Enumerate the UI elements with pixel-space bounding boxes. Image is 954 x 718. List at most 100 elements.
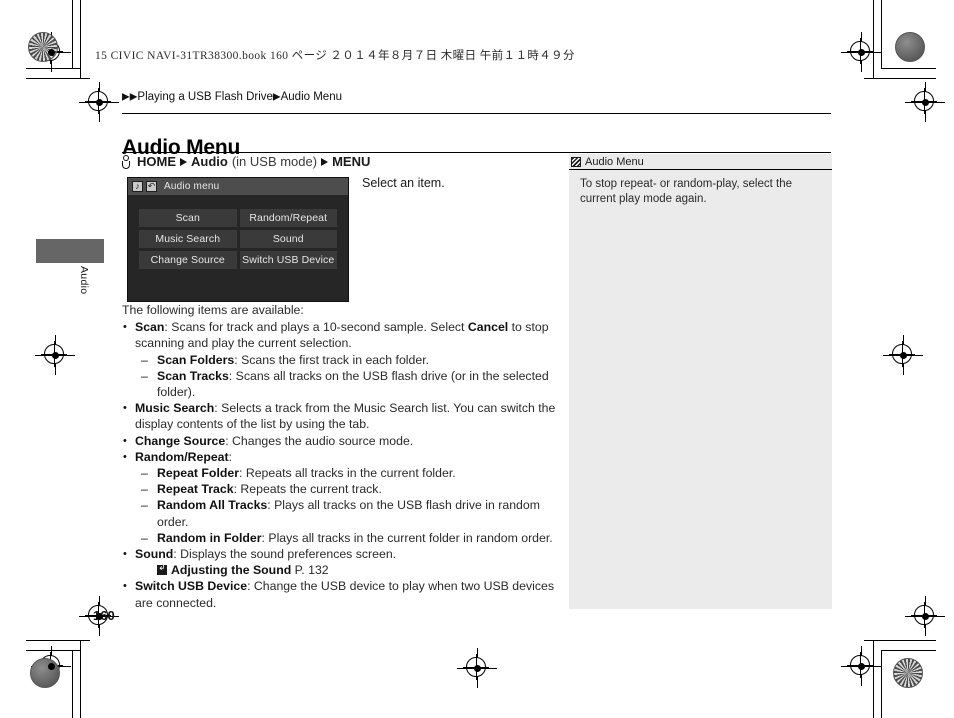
crop-rule-bottom-right-h2 [864, 640, 936, 641]
term-cancel: Cancel [467, 320, 509, 335]
term-random-repeat: Random/Repeat [135, 449, 229, 464]
return-arrow-icon: ↶ [146, 181, 157, 192]
term-random-in-folder: Random in Folder [157, 530, 262, 545]
device-screenshot: ♪ ↶ Audio menu Scan Random/Repeat Music … [127, 177, 349, 302]
crop-rule-bottom-right-v [881, 650, 882, 718]
nav-path-mode: (in USB mode) [231, 154, 318, 169]
list-item-scan: Scan: Scans for track and plays a 10-sec… [122, 319, 572, 400]
device-button-switch-usb-device[interactable]: Switch USB Device [239, 251, 337, 269]
desc-sound: : Displays the sound preferences screen. [173, 547, 397, 562]
list-item-repeat-track: Repeat Track: Repeats the current track. [135, 481, 572, 497]
side-note-header: Audio Menu [569, 154, 832, 170]
breadcrumb-section: Playing a USB Flash Drive [137, 91, 273, 103]
term-music-search: Music Search [135, 401, 215, 416]
term-scan: Scan [135, 320, 165, 335]
list-item-music-search: Music Search: Selects a track from the M… [122, 400, 572, 432]
cross-reference-label: Adjusting the Sound [171, 563, 292, 578]
list-item-random-repeat: Random/Repeat: Repeat Folder: Repeats al… [122, 449, 572, 546]
crop-rule-top-right-h [881, 68, 936, 69]
device-title: Audio menu [164, 181, 220, 192]
device-button-change-source[interactable]: Change Source [139, 251, 237, 269]
crop-rule-bottom-left-v [72, 650, 73, 718]
list-item-repeat-folder: Repeat Folder: Repeats all tracks in the… [135, 465, 572, 481]
note-marker-icon [571, 156, 581, 167]
chapter-tab-block [36, 239, 104, 263]
side-note: Audio Menu To stop repeat- or random-pla… [569, 154, 832, 609]
list-item-random-in-folder: Random in Folder: Plays all tracks in th… [135, 530, 572, 546]
sub-list-random-repeat: Repeat Folder: Repeats all tracks in the… [135, 465, 572, 546]
crop-rule-bottom-left-h2 [26, 640, 90, 641]
nav-path-triangle-icon-2 [321, 157, 329, 166]
nav-path: HOME Audio (in USB mode) MENU [122, 154, 370, 169]
device-button-sound[interactable]: Sound [239, 230, 337, 248]
breadcrumb-triangle-icon-2: ▶ [129, 91, 138, 103]
registration-mark-top-right-outer [841, 32, 881, 72]
term-repeat-track: Repeat Track [157, 482, 234, 497]
list-item-sound: Sound: Displays the sound preferences sc… [122, 546, 572, 578]
registration-mark-bottom-right-inner [905, 596, 945, 636]
nav-path-menu: MENU [332, 154, 371, 169]
crop-rule-bottom-left-h [26, 650, 81, 651]
device-button-random-repeat[interactable]: Random/Repeat [239, 209, 337, 227]
breadcrumb-triangle-icon-3: ▶ [272, 91, 281, 103]
registration-mark-bottom-middle [457, 648, 497, 688]
crop-rule-top-left-v [72, 0, 73, 68]
crop-rule-top-left-v2 [80, 0, 81, 78]
term-repeat-folder: Repeat Folder [157, 466, 239, 481]
desc-scan-before: : Scans for track and plays a 10-second … [164, 320, 468, 335]
nav-path-home: HOME [137, 154, 176, 169]
breadcrumb-subsection: Audio Menu [280, 91, 342, 103]
term-scan-tracks: Scan Tracks [157, 368, 229, 383]
term-random-all-tracks: Random All Tracks [157, 498, 268, 513]
registration-mark-right-middle [883, 335, 923, 375]
desc-random-in-folder: : Plays all tracks in the current folder… [261, 530, 553, 545]
cross-reference-page: P. 132 [294, 563, 329, 578]
term-scan-folders: Scan Folders [157, 352, 235, 367]
side-note-text: To stop repeat- or random-play, select t… [580, 178, 793, 205]
desc-random-repeat: : [228, 449, 233, 464]
header-divider [122, 113, 831, 114]
chapter-tab-label: Audio [78, 266, 90, 295]
crop-rule-top-left-h [26, 68, 81, 69]
registration-mark-left-middle [35, 335, 75, 375]
finger-press-icon [122, 154, 131, 169]
body-copy: The following items are available: Scan:… [122, 302, 572, 611]
density-patch-bottom-left [30, 658, 60, 688]
body-bullet-list: Scan: Scans for track and plays a 10-sec… [122, 319, 572, 611]
device-titlebar: ♪ ↶ Audio menu [128, 178, 348, 195]
registration-mark-bottom-right-outer [841, 646, 881, 686]
cross-reference-icon [157, 565, 167, 576]
crop-rule-bottom-right-h [881, 650, 936, 651]
list-item-change-source: Change Source: Changes the audio source … [122, 433, 572, 449]
select-item-hint: Select an item. [362, 176, 445, 190]
crop-rule-top-right-v [881, 0, 882, 68]
registration-mark-top-left-inner [79, 82, 119, 122]
term-sound: Sound [135, 547, 174, 562]
list-item-scan-folders: Scan Folders: Scans the first track in e… [135, 352, 572, 368]
desc-scan-folders: : Scans the first track in each folder. [234, 352, 430, 367]
list-item-random-all-tracks: Random All Tracks: Plays all tracks on t… [135, 497, 572, 529]
manual-page: 15 CIVIC NAVI-31TR38300.book 160 ページ ２０１… [0, 0, 954, 718]
rosette-mark-bottom-right [893, 658, 923, 688]
breadcrumb: ▶▶Playing a USB Flash Drive▶Audio Menu [122, 91, 342, 103]
density-patch-top-right [895, 32, 925, 62]
sub-list-scan: Scan Folders: Scans the first track in e… [135, 352, 572, 401]
term-change-source: Change Source [135, 433, 226, 448]
nav-path-triangle-icon-1 [180, 157, 187, 166]
music-note-icon: ♪ [132, 181, 143, 192]
print-header-code: 15 CIVIC NAVI-31TR38300.book 160 ページ ２０１… [95, 50, 575, 62]
desc-repeat-folder: : Repeats all tracks in the current fold… [239, 466, 456, 481]
device-button-scan[interactable]: Scan [139, 209, 237, 227]
crop-rule-top-right-h2 [864, 78, 936, 79]
title-divider [122, 152, 831, 153]
desc-change-source: : Changes the audio source mode. [225, 433, 414, 448]
device-button-grid: Scan Random/Repeat Music Search Sound Ch… [139, 209, 337, 269]
side-note-title: Audio Menu [585, 155, 644, 168]
crop-rule-top-left-h2 [26, 78, 90, 79]
body-lead: The following items are available: [122, 303, 304, 317]
cross-reference-sound[interactable]: Adjusting the Sound P. 132 [135, 562, 572, 578]
crop-rule-bottom-left-v2 [80, 640, 81, 718]
list-item-switch-usb-device: Switch USB Device: Change the USB device… [122, 578, 572, 610]
list-item-scan-tracks: Scan Tracks: Scans all tracks on the USB… [135, 368, 572, 400]
device-button-music-search[interactable]: Music Search [139, 230, 237, 248]
